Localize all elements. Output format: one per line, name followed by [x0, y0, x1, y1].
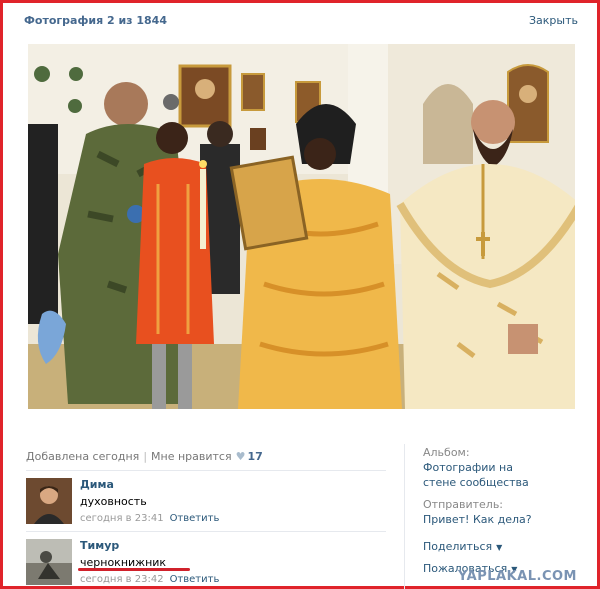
album-label: Альбом:: [423, 446, 470, 459]
comment-time: сегодня в 23:41: [80, 513, 164, 524]
photo-image: [28, 44, 575, 409]
photo-meta: Добавлена сегодня | Мне нравится ♥ 17: [26, 450, 263, 463]
like-count: 17: [247, 450, 263, 463]
share-button[interactable]: Поделиться ▼: [423, 539, 564, 555]
comment-author[interactable]: Тимур: [80, 539, 219, 552]
comment-time: сегодня в 23:42: [80, 574, 164, 585]
reply-button[interactable]: Ответить: [170, 513, 220, 524]
photo-sidebar: Альбом: Фотографии на стене сообщества О…: [404, 444, 564, 589]
chevron-down-icon: ▼: [496, 543, 503, 552]
comment-author[interactable]: Дима: [80, 478, 219, 491]
album-link[interactable]: Фотографии на стене сообщества: [423, 460, 543, 490]
avatar[interactable]: [26, 478, 72, 524]
divider: [26, 531, 386, 532]
avatar[interactable]: [26, 539, 72, 585]
watermark-logo: YAPLAKAL.COM: [458, 569, 577, 584]
main-photo[interactable]: [28, 44, 575, 409]
added-date-text: Добавлена сегодня: [26, 450, 140, 463]
red-underline-mark: [78, 568, 190, 571]
sender-label: Отправитель:: [423, 498, 504, 511]
comment-text: духовность: [80, 495, 147, 508]
like-button[interactable]: Мне нравится: [151, 450, 232, 463]
reply-button[interactable]: Ответить: [170, 574, 220, 585]
divider: [26, 470, 386, 471]
photo-counter-title: Фотография 2 из 1844: [24, 14, 167, 27]
sender-link[interactable]: Привет! Как дела?: [423, 512, 564, 527]
heart-icon[interactable]: ♥: [236, 450, 246, 463]
close-button[interactable]: Закрыть: [529, 14, 578, 27]
